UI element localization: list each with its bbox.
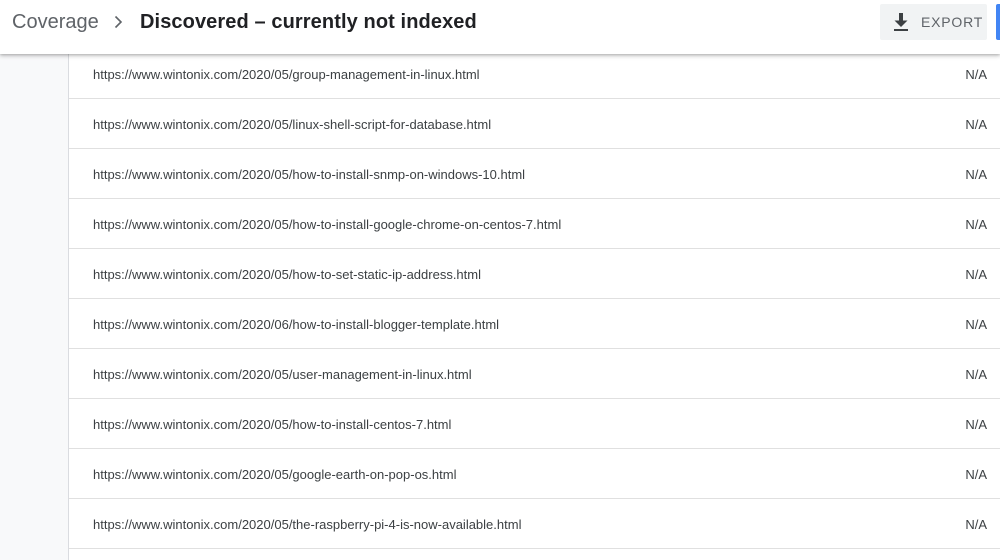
row-last-crawled: N/A xyxy=(965,317,987,332)
page-header: Coverage Discovered – currently not inde… xyxy=(0,0,1000,54)
page-title: Discovered – currently not indexed xyxy=(140,11,477,33)
row-last-crawled: N/A xyxy=(965,267,987,282)
row-last-crawled: N/A xyxy=(965,217,987,232)
row-url: https://www.wintonix.com/2020/05/linux-s… xyxy=(93,117,492,132)
table-row[interactable]: https://www.wintonix.com/2020/05/the-ras… xyxy=(69,499,1000,549)
row-url: https://www.wintonix.com/2020/05/how-to-… xyxy=(93,167,526,182)
table-row[interactable]: https://www.wintonix.com/2020/05/how-to-… xyxy=(69,149,1000,199)
table-row[interactable]: https://www.wintonix.com/2020/06/how-to-… xyxy=(69,299,1000,349)
table-row[interactable]: https://www.wintonix.com/2020/05/linux-s… xyxy=(69,99,1000,149)
table-row[interactable]: https://www.wintonix.com/2020/05/user-ma… xyxy=(69,349,1000,399)
left-gutter xyxy=(0,54,69,560)
export-button-label: EXPORT xyxy=(921,14,984,30)
row-url: https://www.wintonix.com/2020/05/how-to-… xyxy=(93,217,562,232)
coverage-page: Coverage Discovered – currently not inde… xyxy=(0,0,1000,560)
row-last-crawled: N/A xyxy=(965,417,987,432)
table-row[interactable]: https://www.wintonix.com/2020/05/how-to-… xyxy=(69,199,1000,249)
primary-action-edge[interactable] xyxy=(996,4,1000,40)
row-url: https://www.wintonix.com/2020/05/how-to-… xyxy=(93,417,452,432)
row-last-crawled: N/A xyxy=(965,517,987,532)
row-url: https://www.wintonix.com/2020/05/how-to-… xyxy=(93,267,481,282)
chevron-right-icon xyxy=(110,14,126,30)
table-row[interactable]: https://www.wintonix.com/2020/05/google-… xyxy=(69,449,1000,499)
row-last-crawled: N/A xyxy=(965,367,987,382)
row-last-crawled: N/A xyxy=(965,67,987,82)
row-url: https://www.wintonix.com/2020/05/user-ma… xyxy=(93,367,472,382)
row-url: https://www.wintonix.com/2020/05/google-… xyxy=(93,467,457,482)
row-last-crawled: N/A xyxy=(965,467,987,482)
export-button[interactable]: EXPORT xyxy=(880,4,987,40)
row-url: https://www.wintonix.com/2020/05/the-ras… xyxy=(93,517,522,532)
url-table: https://www.wintonix.com/2020/05/group-m… xyxy=(69,49,1000,549)
breadcrumb-coverage[interactable]: Coverage xyxy=(12,11,99,34)
row-url: https://www.wintonix.com/2020/05/group-m… xyxy=(93,67,480,82)
download-icon xyxy=(892,12,910,32)
table-row[interactable]: https://www.wintonix.com/2020/05/how-to-… xyxy=(69,399,1000,449)
table-row[interactable]: https://www.wintonix.com/2020/05/group-m… xyxy=(69,49,1000,99)
table-row[interactable]: https://www.wintonix.com/2020/05/how-to-… xyxy=(69,249,1000,299)
row-last-crawled: N/A xyxy=(965,167,987,182)
row-url: https://www.wintonix.com/2020/06/how-to-… xyxy=(93,317,500,332)
row-last-crawled: N/A xyxy=(965,117,987,132)
